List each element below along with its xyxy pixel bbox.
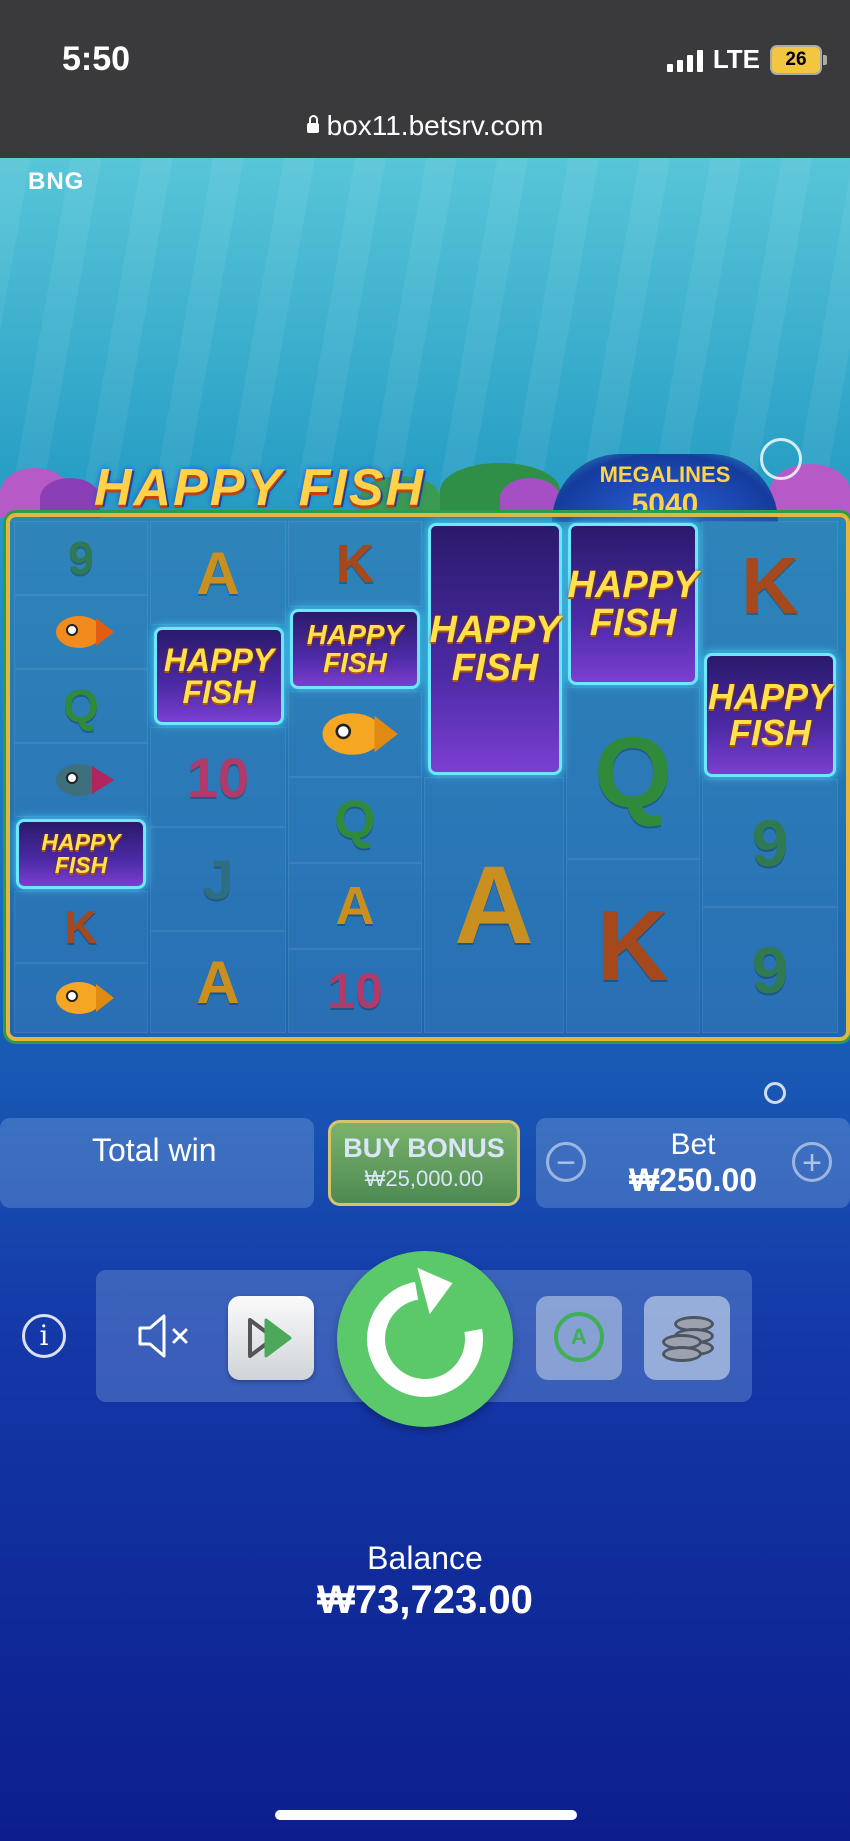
reel-symbol: 9 [702, 779, 838, 907]
game-title: HAPPY FISH [94, 459, 426, 517]
fish-symbol-icon [288, 691, 422, 777]
reel-symbol: 9 [702, 907, 838, 1033]
game-area: BNG HAPPY FISH MEGALINES 5040 9 Q HAPPY F… [0, 158, 850, 1841]
buy-bonus-price: ₩25,000.00 [364, 1166, 484, 1191]
reel-symbol: K [14, 891, 148, 963]
happy-fish-symbol: HAPPY FISH [290, 609, 420, 689]
reel-symbol: J [150, 827, 286, 931]
reels-grid[interactable]: 9 Q HAPPY FISH K A HAPPY FISH 10 J A K HAP… [6, 513, 850, 1041]
reel-symbol: Q [288, 777, 422, 863]
happy-fish-symbol: HAPPY FISH [16, 819, 146, 889]
megalines-badge: MEGALINES 5040 [552, 454, 778, 522]
happy-fish-symbol: HAPPY FISH [704, 653, 836, 777]
happy-fish-symbol: HAPPY FISH [568, 523, 698, 685]
autoplay-icon: A [554, 1312, 604, 1362]
signal-icon [666, 48, 703, 72]
reel-symbol: 10 [150, 727, 286, 827]
light-rays [0, 158, 850, 488]
info-button[interactable]: i [22, 1314, 66, 1358]
buy-bonus-label: BUY BONUS [343, 1133, 505, 1163]
battery-icon: 26 [770, 44, 827, 75]
status-time: 5:50 [62, 40, 131, 78]
battery-level: 26 [785, 48, 807, 70]
status-indicators: LTE 26 [666, 44, 827, 75]
megalines-label: MEGALINES [599, 462, 731, 487]
speaker-muted-icon [138, 1314, 188, 1358]
coin-value-button[interactable] [644, 1296, 730, 1380]
happy-fish-symbol: HAPPY FISH [428, 523, 562, 775]
autoplay-button[interactable]: A [536, 1296, 622, 1380]
reel-symbol: A [424, 777, 564, 1033]
status-bar: 5:50 LTE 26 box11.betsrv.com [0, 0, 850, 158]
total-win-panel: Total win [0, 1118, 314, 1208]
spin-button[interactable] [337, 1251, 513, 1427]
reel-symbol: K [566, 859, 700, 1033]
reel-symbol: K [702, 521, 838, 651]
bet-increase-button[interactable]: + [792, 1142, 832, 1182]
url-text: box11.betsrv.com [326, 110, 544, 141]
purple-fish-symbol-icon [14, 743, 148, 817]
happy-fish-symbol: HAPPY FISH [154, 627, 284, 725]
fish-symbol-icon [14, 595, 148, 669]
balance-value: ₩73,723.00 [317, 1578, 533, 1622]
bet-panel: − Bet ₩250.00 + [536, 1118, 850, 1208]
network-label: LTE [712, 44, 760, 74]
reel-symbol: 10 [288, 949, 422, 1033]
fish-symbol-icon [14, 963, 148, 1033]
lock-icon [306, 115, 319, 133]
bubble-icon [764, 1082, 786, 1104]
reel-symbol: A [150, 931, 286, 1033]
balance-label: Balance [367, 1540, 483, 1576]
reel-symbol: K [288, 521, 422, 607]
home-indicator[interactable] [275, 1810, 577, 1820]
fast-forward-icon [248, 1318, 292, 1358]
total-win-label: Total win [92, 1132, 217, 1168]
turbo-button[interactable] [228, 1296, 314, 1380]
reel-symbol: 9 [14, 521, 148, 595]
reel-symbol: Q [566, 687, 700, 859]
provider-logo: BNG [28, 168, 85, 195]
reel-symbol: A [288, 863, 422, 949]
reel-symbol: Q [14, 669, 148, 743]
address-bar[interactable]: box11.betsrv.com [0, 110, 850, 142]
mute-button[interactable] [134, 1310, 196, 1362]
reel-symbol: A [150, 521, 286, 625]
buy-bonus-button[interactable]: BUY BONUS ₩25,000.00 [328, 1120, 520, 1206]
